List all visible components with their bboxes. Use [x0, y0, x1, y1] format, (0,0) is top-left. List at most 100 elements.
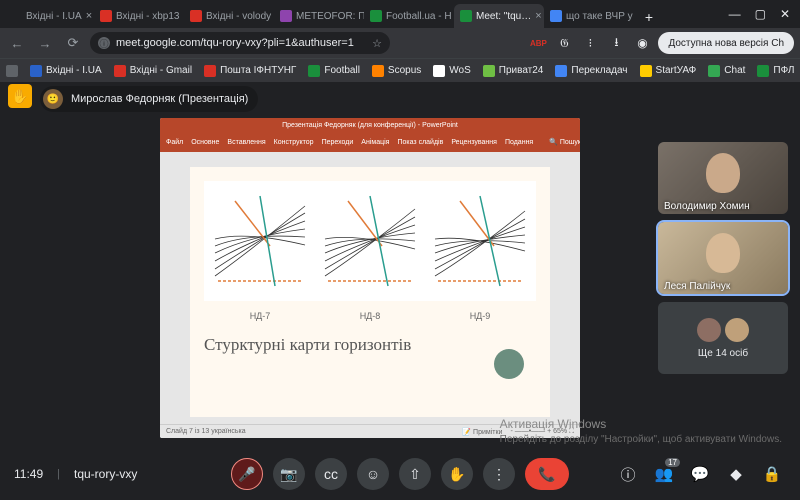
url-text: meet.google.com/tqu-rory-vxy?pli=1&authu…: [116, 37, 354, 49]
bookmark-favicon: [308, 65, 320, 77]
people-button[interactable]: 👥 17: [650, 460, 678, 488]
tab-favicon: [460, 10, 472, 22]
camera-button[interactable]: 📷: [273, 458, 305, 490]
bookmark-item[interactable]: Пошта ІФНТУНГ: [204, 65, 296, 77]
close-window-button[interactable]: ✕: [780, 7, 790, 21]
bookmark-item[interactable]: Вхідні - Gmail: [114, 65, 192, 77]
bookmark-label: Chat: [724, 65, 745, 76]
tab-title: METEOFOR: П: [296, 11, 364, 22]
ppt-search[interactable]: 🔍 Пошук: [549, 138, 580, 146]
bookmark-item[interactable]: StartУАФ: [640, 65, 697, 77]
tab-2[interactable]: Вхідні - volody ×: [184, 4, 274, 28]
video-feed: [658, 150, 788, 196]
slide-title: Стурктурні карти горизонтів: [204, 335, 536, 355]
presenter-name: Мирослав Федорняк (Презентація): [71, 93, 248, 105]
ppt-menu-item[interactable]: Анімація: [361, 139, 389, 146]
bookmark-item[interactable]: WoS: [433, 65, 471, 77]
bookmark-label: StartУАФ: [656, 65, 697, 76]
bookmark-label: Вхідні - I.UA: [46, 65, 102, 76]
extensions-button[interactable]: ⁝: [580, 33, 600, 53]
forward-button[interactable]: →: [34, 32, 56, 54]
mic-button-muted[interactable]: 🎤: [231, 458, 263, 490]
separator: |: [57, 468, 60, 480]
ppt-menu-item[interactable]: Основне: [191, 139, 219, 146]
chat-button[interactable]: 💬: [686, 460, 714, 488]
ppt-slide: НД-7 НД-8 НД-9 Стурктурні карти горизонт…: [190, 167, 550, 417]
raise-hand-indicator[interactable]: ✋: [8, 84, 32, 108]
tab-title: Вхідні - xbp13: [116, 11, 180, 22]
end-call-button[interactable]: 📞: [525, 458, 569, 490]
close-icon[interactable]: ×: [86, 10, 92, 22]
map-nd7: [210, 187, 310, 295]
ppt-menu-item[interactable]: Подання: [505, 139, 533, 146]
ppt-menu-item[interactable]: Показ слайдів: [397, 139, 443, 146]
bookmark-label: WoS: [449, 65, 471, 76]
side-panel-buttons: ⓘ 👥 17 💬 ◆ 🔒: [614, 460, 786, 488]
ppt-menu-item[interactable]: Файл: [166, 139, 183, 146]
tab-5-active[interactable]: Meet: "tqu… ×: [454, 4, 544, 28]
ppt-zoom-controls[interactable]: - ——•—— + 65% ⛶: [510, 428, 574, 436]
participant-tile-speaking[interactable]: Леся Палійчук: [658, 222, 788, 294]
slide-stamp-icon: [494, 349, 524, 379]
bookmark-favicon: [433, 65, 445, 77]
bookmark-favicon: [30, 65, 42, 77]
bookmark-item[interactable]: Football: [308, 65, 360, 77]
reactions-button[interactable]: ☺: [357, 458, 389, 490]
more-options-button[interactable]: ⋮: [483, 458, 515, 490]
ppt-menu-item[interactable]: Рецензування: [451, 139, 497, 146]
bookmark-item[interactable]: Приват24: [483, 65, 544, 77]
ppt-menu-item[interactable]: Вставлення: [227, 139, 265, 146]
bookmark-star-icon[interactable]: ☆: [372, 37, 382, 50]
meeting-details-button[interactable]: ⓘ: [614, 460, 642, 488]
participant-name: Володимир Хомин: [658, 199, 756, 214]
bookmark-favicon: [708, 65, 720, 77]
avatar: [697, 318, 721, 342]
back-button[interactable]: ←: [6, 32, 28, 54]
ppt-window-title: Презентація Федорняк (для конференції) -…: [160, 118, 580, 132]
present-button[interactable]: ⇧: [399, 458, 431, 490]
bookmark-item[interactable]: Перекладач: [555, 65, 627, 77]
abp-extension-icon[interactable]: ABP: [528, 33, 548, 53]
tab-3[interactable]: METEOFOR: П ×: [274, 4, 364, 28]
tab-favicon: [280, 10, 292, 22]
ppt-notes-button[interactable]: 📝 Примітки: [462, 428, 502, 436]
ppt-menu-item[interactable]: Переходи: [322, 139, 354, 146]
downloads-button[interactable]: ⭳: [606, 33, 626, 53]
bookmark-label: ПФЛ: [773, 65, 794, 76]
new-tab-button[interactable]: +: [638, 6, 660, 28]
bookmark-item[interactable]: Вхідні - I.UA: [30, 65, 102, 77]
minimize-button[interactable]: —: [729, 7, 741, 21]
tab-6[interactable]: що таке ВЧР у ×: [544, 4, 634, 28]
address-bar[interactable]: ⓘ meet.google.com/tqu-rory-vxy?pli=1&aut…: [90, 32, 390, 54]
presenter-chip[interactable]: 🙂 Мирослав Федорняк (Презентація): [40, 86, 258, 112]
participant-tile[interactable]: Володимир Хомин: [658, 142, 788, 214]
translate-extension-icon[interactable]: 𝔊: [554, 33, 574, 53]
ppt-ribbon: Файл Основне Вставлення Конструктор Пере…: [160, 132, 580, 152]
profile-avatar[interactable]: ◉: [632, 33, 652, 53]
bookmark-label: Приват24: [499, 65, 544, 76]
bookmark-label: Вхідні - Gmail: [130, 65, 192, 76]
update-available-pill[interactable]: Доступна нова версія Ch: [658, 32, 794, 54]
shared-screen: Презентація Федорняк (для конференції) -…: [160, 118, 580, 438]
participants-overflow-tile[interactable]: Ще 14 осіб: [658, 302, 788, 374]
maximize-button[interactable]: ▢: [755, 7, 766, 21]
bookmark-item[interactable]: Chat: [708, 65, 745, 77]
bookmark-item[interactable]: Scopus: [372, 65, 421, 77]
close-icon[interactable]: ×: [535, 10, 541, 22]
tab-favicon: [190, 10, 202, 22]
reload-button[interactable]: ⟳: [62, 32, 84, 54]
activities-button[interactable]: ◆: [722, 460, 750, 488]
ppt-menu-item[interactable]: Конструктор: [274, 139, 314, 146]
host-controls-button[interactable]: 🔒: [758, 460, 786, 488]
raise-hand-button[interactable]: ✋: [441, 458, 473, 490]
bookmark-item[interactable]: ПФЛ: [757, 65, 794, 77]
browser-toolbar: ← → ⟳ ⓘ meet.google.com/tqu-rory-vxy?pli…: [0, 28, 800, 58]
people-count-badge: 17: [665, 458, 680, 467]
site-info-icon[interactable]: ⓘ: [98, 37, 110, 49]
captions-button[interactable]: cc: [315, 458, 347, 490]
tab-0[interactable]: Вхідні - I.UA ×: [4, 4, 94, 28]
tab-1[interactable]: Вхідні - xbp13 ×: [94, 4, 184, 28]
bookmark-label: Пошта ІФНТУНГ: [220, 65, 296, 76]
apps-button[interactable]: [6, 65, 18, 77]
tab-4[interactable]: Football.ua - Н ×: [364, 4, 454, 28]
